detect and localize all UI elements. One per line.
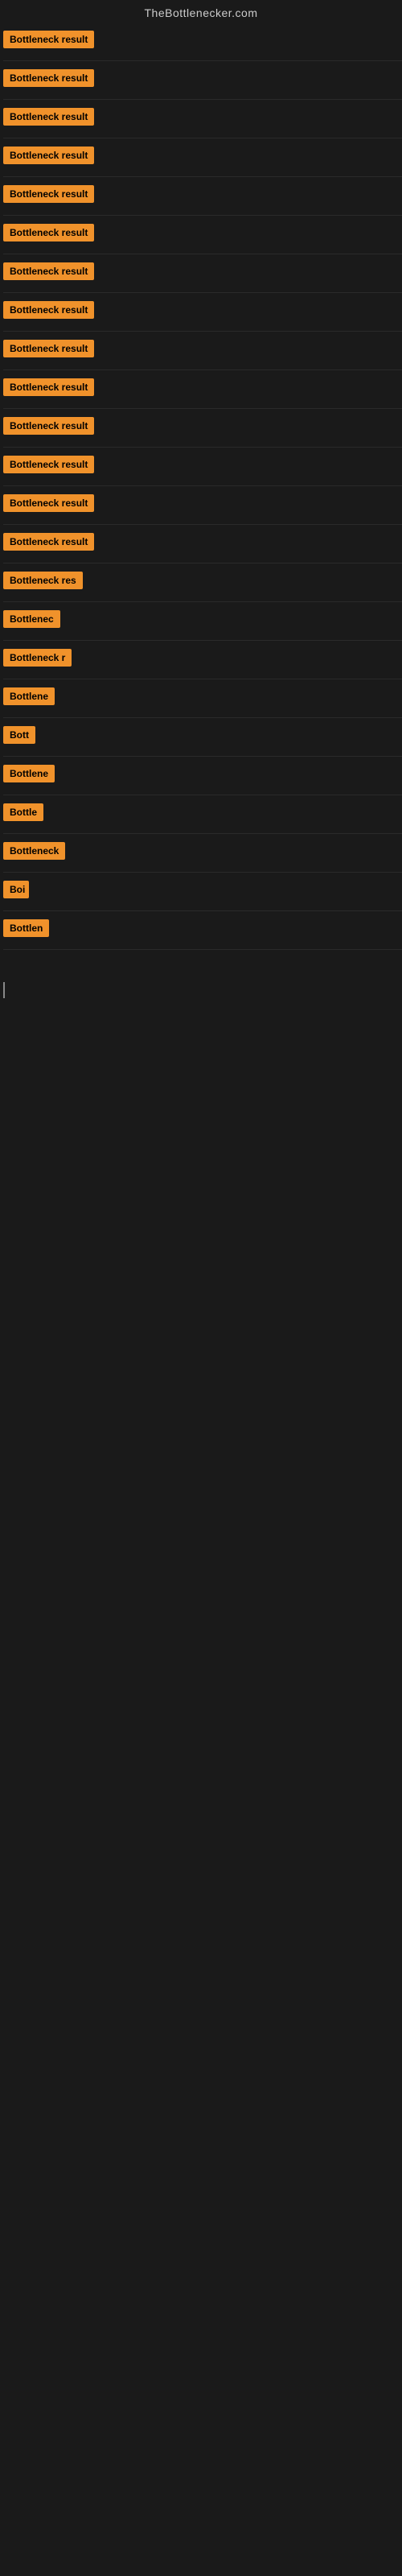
bar-row-1: Bottleneck result [3,61,402,100]
bottleneck-bar-1[interactable]: Bottleneck result [3,69,94,87]
bottleneck-bar-22[interactable]: Boi [3,881,29,898]
bottleneck-bar-15[interactable]: Bottlenec [3,610,60,628]
bottleneck-bar-16[interactable]: Bottleneck r [3,649,72,667]
bar-row-18: Bott [3,718,402,757]
bar-row-15: Bottlenec [3,602,402,641]
bar-row-4: Bottleneck result [3,177,402,216]
bottleneck-bar-12[interactable]: Bottleneck result [3,494,94,512]
bar-row-21: Bottleneck [3,834,402,873]
site-title: TheBottlenecker.com [0,0,402,23]
bottleneck-bar-7[interactable]: Bottleneck result [3,301,94,319]
bar-row-3: Bottleneck result [3,138,402,177]
bar-row-17: Bottlene [3,679,402,718]
bottleneck-bar-18[interactable]: Bott [3,726,35,744]
cursor-line [3,982,5,998]
bottleneck-bar-23[interactable]: Bottlen [3,919,49,937]
bottleneck-bar-14[interactable]: Bottleneck res [3,572,83,589]
bottleneck-bar-19[interactable]: Bottlene [3,765,55,782]
bar-row-20: Bottle [3,795,402,834]
bottleneck-bar-21[interactable]: Bottleneck [3,842,65,860]
bar-row-22: Boi [3,873,402,911]
bar-row-13: Bottleneck result [3,525,402,564]
bar-row-19: Bottlene [3,757,402,795]
bottleneck-bar-5[interactable]: Bottleneck result [3,224,94,242]
bar-row-5: Bottleneck result [3,216,402,254]
bottleneck-bar-0[interactable]: Bottleneck result [3,31,94,48]
bar-row-6: Bottleneck result [3,254,402,293]
bar-row-2: Bottleneck result [3,100,402,138]
bottleneck-bar-17[interactable]: Bottlene [3,687,55,705]
bottleneck-bar-13[interactable]: Bottleneck result [3,533,94,551]
bar-row-9: Bottleneck result [3,370,402,409]
bottleneck-bar-9[interactable]: Bottleneck result [3,378,94,396]
bar-row-23: Bottlen [3,911,402,950]
bar-row-7: Bottleneck result [3,293,402,332]
bar-row-8: Bottleneck result [3,332,402,370]
bar-row-14: Bottleneck res [3,564,402,602]
bottleneck-bar-3[interactable]: Bottleneck result [3,147,94,164]
bottleneck-bar-20[interactable]: Bottle [3,803,43,821]
bar-row-12: Bottleneck result [3,486,402,525]
bottleneck-bar-4[interactable]: Bottleneck result [3,185,94,203]
bar-row-16: Bottleneck r [3,641,402,679]
bar-row-11: Bottleneck result [3,448,402,486]
bottleneck-bar-6[interactable]: Bottleneck result [3,262,94,280]
bottleneck-bar-2[interactable]: Bottleneck result [3,108,94,126]
bottleneck-bar-11[interactable]: Bottleneck result [3,456,94,473]
bottleneck-bar-8[interactable]: Bottleneck result [3,340,94,357]
bottleneck-bar-10[interactable]: Bottleneck result [3,417,94,435]
bar-row-0: Bottleneck result [3,23,402,61]
bar-row-10: Bottleneck result [3,409,402,448]
